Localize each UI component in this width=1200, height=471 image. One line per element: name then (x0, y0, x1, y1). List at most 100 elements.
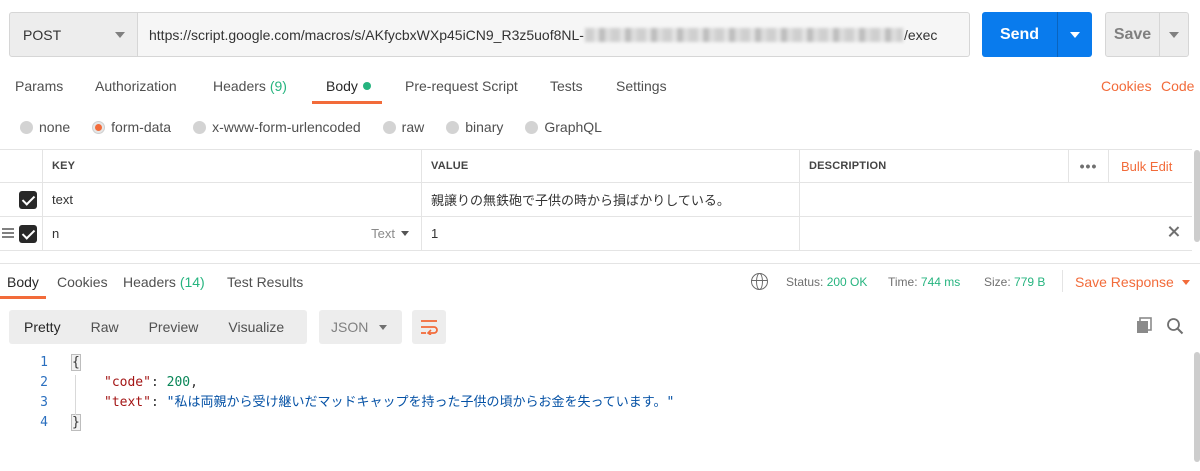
status-value: 200 OK (826, 275, 868, 289)
size-readout: Size: 779 B (984, 275, 1045, 289)
radio-binary[interactable]: binary (446, 119, 503, 135)
wrap-lines-icon (421, 320, 438, 335)
send-button[interactable]: Send (982, 12, 1092, 57)
view-raw-button[interactable]: Raw (76, 310, 134, 344)
save-options-button[interactable] (1160, 31, 1188, 38)
radio-circle[interactable] (525, 120, 539, 134)
radio-form-data-label: form-data (111, 119, 172, 135)
description-cell[interactable] (799, 217, 1192, 250)
radio-graphql[interactable]: GraphQL (525, 119, 602, 135)
key-type-label: Text (371, 226, 395, 241)
open-brace: { (71, 354, 81, 371)
save-button[interactable]: Save (1105, 12, 1189, 57)
radio-raw[interactable]: raw (382, 119, 424, 135)
line-number: 4 (40, 415, 48, 430)
key-type-select[interactable]: Text (371, 217, 409, 250)
wrap-lines-button[interactable] (412, 310, 446, 344)
tab-prerequest-script[interactable]: Pre-request Script (405, 78, 518, 94)
tab-test-results[interactable]: Test Results (227, 274, 303, 290)
value-text: 1 (431, 226, 439, 241)
code-link[interactable]: Code (1161, 78, 1194, 94)
tab-tests[interactable]: Tests (550, 78, 583, 94)
row-checkbox[interactable] (19, 225, 37, 243)
status-readout: Status: 200 OK (786, 275, 867, 289)
radio-circle-selected[interactable] (92, 120, 106, 134)
line-number: 1 (40, 355, 48, 370)
table-row: n Text 1 (0, 217, 1192, 251)
radio-circle[interactable] (20, 120, 33, 134)
view-preview-button[interactable]: Preview (134, 310, 214, 344)
tab-authorization[interactable]: Authorization (95, 78, 177, 94)
active-response-tab-indicator (0, 296, 46, 299)
method-label: POST (23, 26, 62, 43)
code-text: { (71, 353, 81, 373)
url-input[interactable]: https://script.google.com/macros/s/AKfyc… (138, 12, 970, 57)
chevron-down-icon (1181, 280, 1190, 285)
column-header-value: VALUE (421, 150, 799, 182)
divider (1062, 270, 1063, 292)
key-cell[interactable]: n Text (42, 217, 421, 250)
drag-handle-icon[interactable] (2, 228, 14, 238)
tab-body[interactable]: Body (326, 78, 371, 94)
status-label: Status: (786, 275, 824, 289)
radio-binary-label: binary (465, 119, 504, 135)
json-string: "私は両親から受け継いだマッドキャップを持った子供の頃からお金を失っています。" (166, 395, 675, 410)
code-text: } (71, 413, 81, 433)
response-body-editor[interactable]: 1 { 2 "code": 200, 3 "text": "私は両親から受け継い… (0, 353, 1190, 433)
globe-icon[interactable] (751, 273, 768, 290)
tab-body-label: Body (326, 78, 358, 94)
params-scrollbar[interactable] (1194, 150, 1200, 242)
tab-response-body[interactable]: Body (7, 274, 39, 290)
view-visualize-button[interactable]: Visualize (213, 310, 299, 344)
time-label: Time: (888, 275, 918, 289)
more-options-button[interactable]: ••• (1068, 150, 1108, 182)
radio-form-data[interactable]: form-data (92, 119, 171, 135)
row-checkbox[interactable] (19, 191, 37, 209)
cookies-link[interactable]: Cookies (1101, 78, 1152, 94)
radio-circle[interactable] (382, 120, 396, 134)
save-label: Save (1113, 25, 1152, 43)
code-line: 3 "text": "私は両親から受け継いだマッドキャップを持った子供の頃からお… (0, 393, 1190, 413)
radio-circle[interactable] (193, 120, 207, 134)
response-tabs: Body Cookies Headers (14) Test Results S… (0, 263, 1200, 299)
send-options-button[interactable] (1058, 31, 1092, 38)
redacted-url-segment (584, 27, 903, 42)
value-cell[interactable]: 1 (421, 217, 799, 250)
tab-headers-count: (9) (269, 78, 287, 94)
radio-urlencoded-label: x-www-form-urlencoded (212, 119, 361, 135)
tab-response-cookies[interactable]: Cookies (57, 274, 108, 290)
format-select[interactable]: JSON (319, 310, 402, 344)
time-value: 744 ms (920, 275, 961, 289)
line-number: 2 (40, 375, 48, 390)
size-label: Size: (984, 275, 1011, 289)
search-icon[interactable] (1166, 317, 1184, 335)
time-readout: Time: 744 ms (888, 275, 960, 289)
body-indicator-dot (362, 82, 371, 90)
radio-urlencoded[interactable]: x-www-form-urlencoded (193, 119, 361, 135)
view-pretty-button[interactable]: Pretty (9, 310, 76, 344)
body-type-options: none form-data x-www-form-urlencoded raw… (20, 116, 624, 138)
value-text: 親譲りの無鉄砲で子供の時から損ばかりしている。 (431, 193, 730, 208)
radio-circle[interactable] (446, 120, 460, 134)
tab-settings[interactable]: Settings (616, 78, 667, 94)
active-tab-indicator (312, 101, 382, 104)
save-response-button[interactable]: Save Response (1075, 274, 1190, 290)
delete-row-icon[interactable] (1166, 224, 1182, 240)
bulk-edit-button[interactable]: Bulk Edit (1108, 150, 1172, 182)
tab-headers[interactable]: Headers (9) (213, 78, 287, 94)
tab-params[interactable]: Params (15, 78, 63, 94)
json-key: "text" (104, 395, 151, 410)
key-cell[interactable]: text (42, 183, 421, 216)
chevron-down-icon (401, 231, 409, 236)
method-select[interactable]: POST (9, 12, 138, 57)
copy-icon[interactable] (1136, 317, 1153, 334)
json-number: 200 (166, 375, 191, 390)
tab-response-headers[interactable]: Headers (14) (123, 274, 205, 290)
code-line: 4 } (0, 413, 1190, 433)
description-cell[interactable] (799, 183, 1192, 216)
response-scrollbar[interactable] (1194, 352, 1200, 462)
value-cell[interactable]: 親譲りの無鉄砲で子供の時から損ばかりしている。 (421, 183, 799, 216)
json-key: "code" (104, 375, 151, 390)
radio-none[interactable]: none (20, 119, 70, 135)
code-text: "code": 200, (104, 375, 198, 390)
